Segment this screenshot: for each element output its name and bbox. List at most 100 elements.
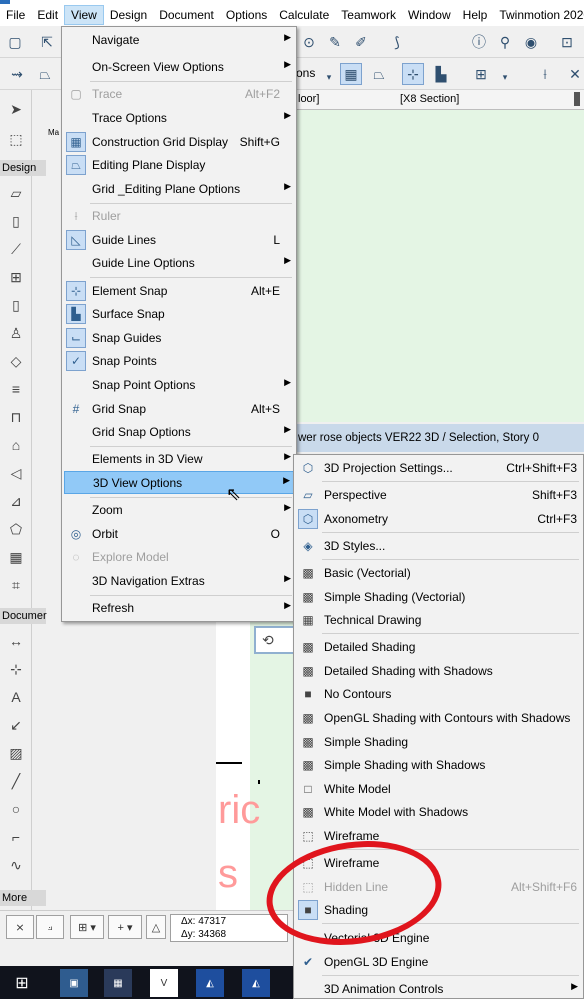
menu-item-surface-snap[interactable]: ▙ Surface Snap	[64, 303, 294, 325]
circle-tool-icon[interactable]: ○	[5, 798, 27, 820]
door-tool-icon[interactable]: ▯	[5, 294, 27, 316]
menu-item-construction-grid-display[interactable]: ▦ Construction Grid Display Shift+G	[64, 131, 294, 153]
column-tool-icon[interactable]: ▯	[5, 210, 27, 232]
menu-item-3d-view-options[interactable]: 3D View Options ▶	[64, 471, 294, 494]
layer-combo[interactable]: ons	[296, 66, 315, 80]
menu-item-opengl-shading-contours-shadows[interactable]: ▩ OpenGL Shading with Contours with Shado…	[296, 707, 581, 729]
camera-icon[interactable]: ⊡	[556, 31, 578, 53]
text-tool-icon[interactable]: A	[5, 686, 27, 708]
menu-item-3d-animation-controls[interactable]: 3D Animation Controls ▶	[296, 978, 581, 999]
line-tool-icon[interactable]: ╱	[5, 770, 27, 792]
menu-item-axonometry[interactable]: ⬡ Axonometry Ctrl+F3	[296, 508, 581, 530]
new-icon[interactable]: ▢	[4, 31, 26, 53]
delta-icon[interactable]: △	[146, 915, 166, 939]
menu-item-simple-shading[interactable]: ▩ Simple Shading	[296, 731, 581, 753]
beam-tool-icon[interactable]: ⟋	[5, 238, 27, 260]
fill-tool-icon[interactable]: ▨	[5, 742, 27, 764]
close-icon[interactable]: ✕	[564, 63, 584, 85]
chevron-down-icon[interactable]: ▾	[318, 66, 340, 88]
coordinate-readout[interactable]: Δx: 47317 Δy: 34368	[170, 914, 288, 942]
archicad-app-icon[interactable]: ◭	[242, 969, 270, 997]
window-tool-icon[interactable]: ⊞	[5, 266, 27, 288]
ruler-icon[interactable]: ⟊	[534, 63, 556, 85]
menu-item-navigate[interactable]: Navigate ▶	[64, 29, 294, 51]
menu-twinmotion[interactable]: Twinmotion 2020	[493, 5, 584, 25]
railing-tool-icon[interactable]: ⊓	[5, 406, 27, 428]
menu-item-simple-shading-vectorial[interactable]: ▩ Simple Shading (Vectorial)	[296, 586, 581, 608]
info-icon[interactable]: ⓘ	[468, 31, 490, 53]
tab-section[interactable]: [X8 Section]	[400, 93, 459, 105]
menu-item-editing-plane-display[interactable]: ⏢ Editing Plane Display	[64, 154, 294, 176]
orbit-navigator[interactable]: ⟲	[254, 626, 296, 654]
surface-snap-icon[interactable]: ▙	[430, 63, 452, 85]
menu-view[interactable]: View	[64, 5, 104, 25]
more-section[interactable]: More	[0, 890, 46, 906]
stair-tool-icon[interactable]: ≡	[5, 378, 27, 400]
chevron-down-icon[interactable]: ▾	[494, 66, 516, 88]
menu-item-simple-shading-with-shadows[interactable]: ▩ Simple Shading with Shadows	[296, 754, 581, 776]
snap-mode-icon[interactable]: ⨯	[6, 915, 34, 939]
menu-window[interactable]: Window	[402, 5, 457, 25]
element-snap-icon[interactable]: ⊹	[402, 63, 424, 85]
menu-item-zoom[interactable]: Zoom ▶	[64, 499, 294, 521]
calculator-app-icon[interactable]: ▦	[104, 969, 132, 997]
menu-item-detailed-shading-with-shadows[interactable]: ▩ Detailed Shading with Shadows	[296, 660, 581, 682]
plane-icon[interactable]: ⏢	[34, 63, 56, 85]
wall-tool-icon[interactable]: ▱	[5, 182, 27, 204]
level-dimension-tool-icon[interactable]: ⊹	[5, 658, 27, 680]
archicad-app-icon[interactable]: ◭	[196, 969, 224, 997]
map-pin-icon[interactable]: ⚲	[494, 31, 516, 53]
constraint-icon[interactable]: + ▾	[108, 915, 142, 939]
menu-item-trace-options[interactable]: Trace Options ▶	[64, 107, 294, 129]
polyline-tool-icon[interactable]: ⌐	[5, 826, 27, 848]
menu-item-grid-snap[interactable]: # Grid Snap Alt+S	[64, 398, 294, 420]
vnc-app-icon[interactable]: V	[150, 969, 178, 997]
pick-up-icon[interactable]: ⊙	[298, 31, 320, 53]
menu-item-basic-vectorial[interactable]: ▩ Basic (Vectorial)	[296, 562, 581, 584]
object-tool-icon[interactable]: ♙	[5, 322, 27, 344]
dimension-tool-icon[interactable]: ↔	[5, 630, 27, 652]
menu-item-snap-point-options[interactable]: Snap Point Options ▶	[64, 374, 294, 396]
tab-scroll-icon[interactable]	[574, 92, 580, 106]
menu-item-guide-line-options[interactable]: Guide Line Options ▶	[64, 252, 294, 274]
menu-item-explore-model[interactable]: ◌ Explore Model	[64, 546, 294, 568]
menu-item-ruler[interactable]: ⟊ Ruler	[64, 205, 294, 227]
menu-item-perspective[interactable]: ▱ Perspective Shift+F3	[296, 484, 581, 506]
compass-icon[interactable]: ◉	[520, 31, 542, 53]
mesh-tool-icon[interactable]: ⊿	[5, 490, 27, 512]
menu-item-no-contours[interactable]: ■ No Contours	[296, 683, 581, 705]
network-icon[interactable]: ▣	[60, 969, 88, 997]
menu-item-snap-points[interactable]: ✓ Snap Points	[64, 350, 294, 372]
guide-icon[interactable]: ⊞	[470, 63, 492, 85]
zone-tool-icon[interactable]: ⌗	[5, 574, 27, 596]
menu-item-elements-in-3d-view[interactable]: Elements in 3D View ▶	[64, 448, 294, 470]
menu-file[interactable]: File	[0, 5, 31, 25]
open-icon[interactable]: ⇱	[36, 31, 58, 53]
menu-item-white-model[interactable]: □ White Model	[296, 778, 581, 800]
menu-item-3d-navigation-extras[interactable]: 3D Navigation Extras ▶	[64, 570, 294, 592]
editing-plane-icon[interactable]: ⏢	[368, 63, 390, 85]
menu-item-refresh[interactable]: Refresh ▶	[64, 597, 294, 619]
snap-relative-icon[interactable]: ⟓	[36, 915, 64, 939]
curtain-wall-tool-icon[interactable]: ▦	[5, 546, 27, 568]
menu-help[interactable]: Help	[457, 5, 494, 25]
label-tool-icon[interactable]: ↙	[5, 714, 27, 736]
menu-edit[interactable]: Edit	[31, 5, 64, 25]
menu-item-grid-editing-plane-options[interactable]: Grid _Editing Plane Options ▶	[64, 178, 294, 200]
construction-grid-icon[interactable]: ▦	[340, 63, 362, 85]
floor-plan-canvas[interactable]	[296, 110, 584, 422]
inject-icon[interactable]: ✐	[350, 31, 372, 53]
arrow-tool-icon[interactable]: ➤	[5, 98, 27, 120]
menu-teamwork[interactable]: Teamwork	[335, 5, 402, 25]
menu-item-detailed-shading[interactable]: ▩ Detailed Shading	[296, 636, 581, 658]
menu-item-technical-drawing[interactable]: ▦ Technical Drawing	[296, 609, 581, 631]
menu-document[interactable]: Document	[153, 5, 220, 25]
tab-floor-plan[interactable]: loor]	[298, 93, 319, 105]
measure-icon[interactable]: ⇝	[6, 63, 28, 85]
marquee-tool-icon[interactable]: ⬚	[5, 128, 27, 150]
menu-item-element-snap[interactable]: ⊹ Element Snap Alt+E	[64, 280, 294, 302]
menu-item-grid-snap-options[interactable]: Grid Snap Options ▶	[64, 421, 294, 443]
eyedropper-icon[interactable]: ✎	[324, 31, 346, 53]
slab-tool-icon[interactable]: ◇	[5, 350, 27, 372]
shell-tool-icon[interactable]: ◁	[5, 462, 27, 484]
